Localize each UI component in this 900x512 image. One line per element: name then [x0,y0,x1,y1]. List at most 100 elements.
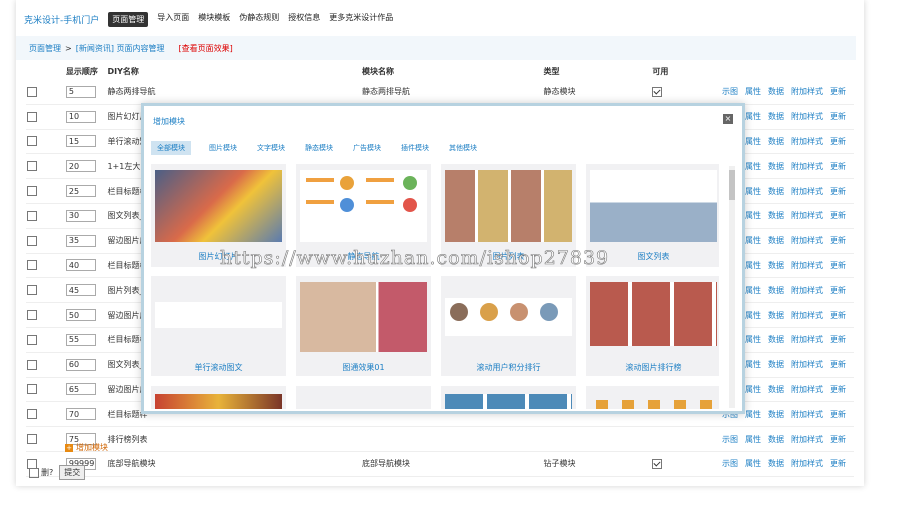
tab-ad[interactable]: 广告模块 [343,141,391,155]
row-checkbox[interactable] [27,334,37,345]
row-checkbox[interactable] [27,86,37,97]
row-action[interactable]: 属性 [745,286,761,295]
row-action[interactable]: 更新 [830,286,846,295]
row-action[interactable]: 属性 [745,435,761,444]
row-checkbox[interactable] [27,310,37,321]
row-action[interactable]: 数据 [768,335,784,344]
row-checkbox[interactable] [27,235,37,246]
tab-static[interactable]: 静态模块 [295,141,343,155]
nav-module-template[interactable]: 模块模板 [198,12,230,27]
tab-image[interactable]: 图片模块 [199,141,247,155]
order-input[interactable]: 35 [65,234,96,247]
row-action[interactable]: 属性 [745,360,761,369]
row-action[interactable]: 属性 [745,261,761,270]
order-input[interactable]: 15 [65,135,96,148]
row-checkbox[interactable] [27,186,37,197]
module-card-user-ranking[interactable]: 滚动用户积分排行 [441,276,576,376]
module-card-partial[interactable] [296,386,431,409]
row-action[interactable]: 附加样式 [791,261,823,270]
nav-import-page[interactable]: 导入页面 [157,12,189,27]
row-action[interactable]: 数据 [768,385,784,394]
module-card-image-ranking[interactable]: 滚动图片排行榜 [586,276,719,376]
row-action[interactable]: 属性 [745,112,761,121]
row-action[interactable]: 附加样式 [791,137,823,146]
row-action[interactable]: 附加样式 [791,435,823,444]
row-action[interactable]: 更新 [830,162,846,171]
row-checkbox[interactable] [27,210,37,221]
row-action[interactable]: 附加样式 [791,187,823,196]
row-checkbox[interactable] [27,434,37,445]
order-input[interactable]: 30 [65,209,96,222]
row-action[interactable]: 属性 [745,211,761,220]
row-action[interactable]: 附加样式 [791,311,823,320]
row-action[interactable]: 属性 [745,162,761,171]
order-input[interactable]: 45 [65,284,96,297]
add-module-link[interactable]: + 增加模块 [65,442,108,453]
module-card-single-scroll[interactable]: 单行滚动图文 [151,276,286,376]
row-action[interactable]: 数据 [768,187,784,196]
row-action[interactable]: 更新 [830,236,846,245]
row-action[interactable]: 附加样式 [791,410,823,419]
scrollbar-thumb[interactable] [729,170,735,200]
select-all-checkbox[interactable] [29,467,39,478]
row-action[interactable]: 更新 [830,335,846,344]
row-action[interactable]: 更新 [830,410,846,419]
crumb-root[interactable]: 页面管理 [29,43,61,54]
module-card-partial[interactable] [441,386,576,409]
row-action[interactable]: 更新 [830,360,846,369]
row-action[interactable]: 附加样式 [791,112,823,121]
tab-plugin[interactable]: 插件模块 [391,141,439,155]
row-action[interactable]: 数据 [768,410,784,419]
row-checkbox[interactable] [27,161,37,172]
row-checkbox[interactable] [27,260,37,271]
row-checkbox[interactable] [27,136,37,147]
nav-rewrite-rules[interactable]: 伪静态规则 [239,12,279,27]
order-input[interactable]: 65 [65,383,96,396]
order-input[interactable]: 5 [65,85,96,98]
order-input[interactable]: 25 [65,185,96,198]
row-action[interactable]: 示图 [722,87,738,96]
row-action[interactable]: 数据 [768,137,784,146]
row-checkbox[interactable] [27,384,37,395]
row-action[interactable]: 属性 [745,236,761,245]
submit-button[interactable]: 提交 [59,465,86,480]
crumb-current[interactable]: [新闻资讯] 页面内容管理 [76,43,165,54]
enabled-checkbox[interactable] [652,86,663,97]
row-action[interactable]: 附加样式 [791,87,823,96]
row-action[interactable]: 更新 [830,211,846,220]
row-action[interactable]: 更新 [830,112,846,121]
row-action[interactable]: 属性 [745,335,761,344]
tab-all[interactable]: 全部模块 [151,141,191,155]
row-action[interactable]: 数据 [768,162,784,171]
row-action[interactable]: 属性 [745,385,761,394]
row-checkbox[interactable] [27,285,37,296]
module-card-partial[interactable] [586,386,719,409]
row-action[interactable]: 更新 [830,385,846,394]
row-action[interactable]: 附加样式 [791,286,823,295]
tab-other[interactable]: 其他模块 [439,141,487,155]
order-input[interactable]: 50 [65,309,96,322]
order-input[interactable]: 10 [65,110,96,123]
row-action[interactable]: 更新 [830,311,846,320]
nav-page-manage[interactable]: 页面管理 [108,11,149,27]
row-action[interactable]: 附加样式 [791,459,823,468]
close-icon[interactable]: × [723,114,733,124]
order-input[interactable]: 60 [65,358,96,371]
row-action[interactable]: 附加样式 [791,360,823,369]
row-action[interactable]: 附加样式 [791,335,823,344]
row-action[interactable]: 更新 [830,261,846,270]
row-action[interactable]: 数据 [768,236,784,245]
row-action[interactable]: 数据 [768,286,784,295]
order-input[interactable]: 55 [65,333,96,346]
tab-text[interactable]: 文字模块 [247,141,295,155]
row-action[interactable]: 数据 [768,112,784,121]
order-input[interactable]: 20 [65,160,96,173]
preview-link[interactable]: [查看页面效果] [179,43,233,54]
row-action[interactable]: 更新 [830,187,846,196]
row-action[interactable]: 更新 [830,459,846,468]
row-action[interactable]: 数据 [768,311,784,320]
module-card-partial[interactable] [151,386,286,409]
dialog-scrollbar[interactable] [729,166,735,408]
row-action[interactable]: 附加样式 [791,162,823,171]
row-action[interactable]: 属性 [745,311,761,320]
